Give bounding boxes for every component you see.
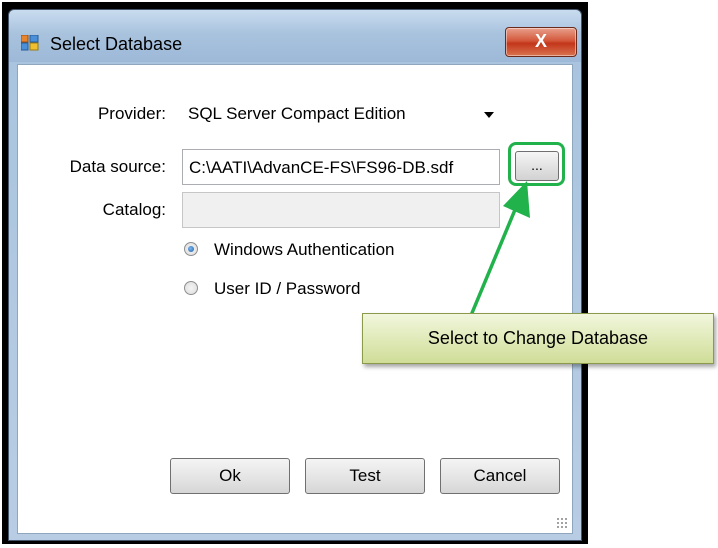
annotation-arrow xyxy=(470,181,530,315)
annotation-callout: Select to Change Database xyxy=(362,313,714,364)
